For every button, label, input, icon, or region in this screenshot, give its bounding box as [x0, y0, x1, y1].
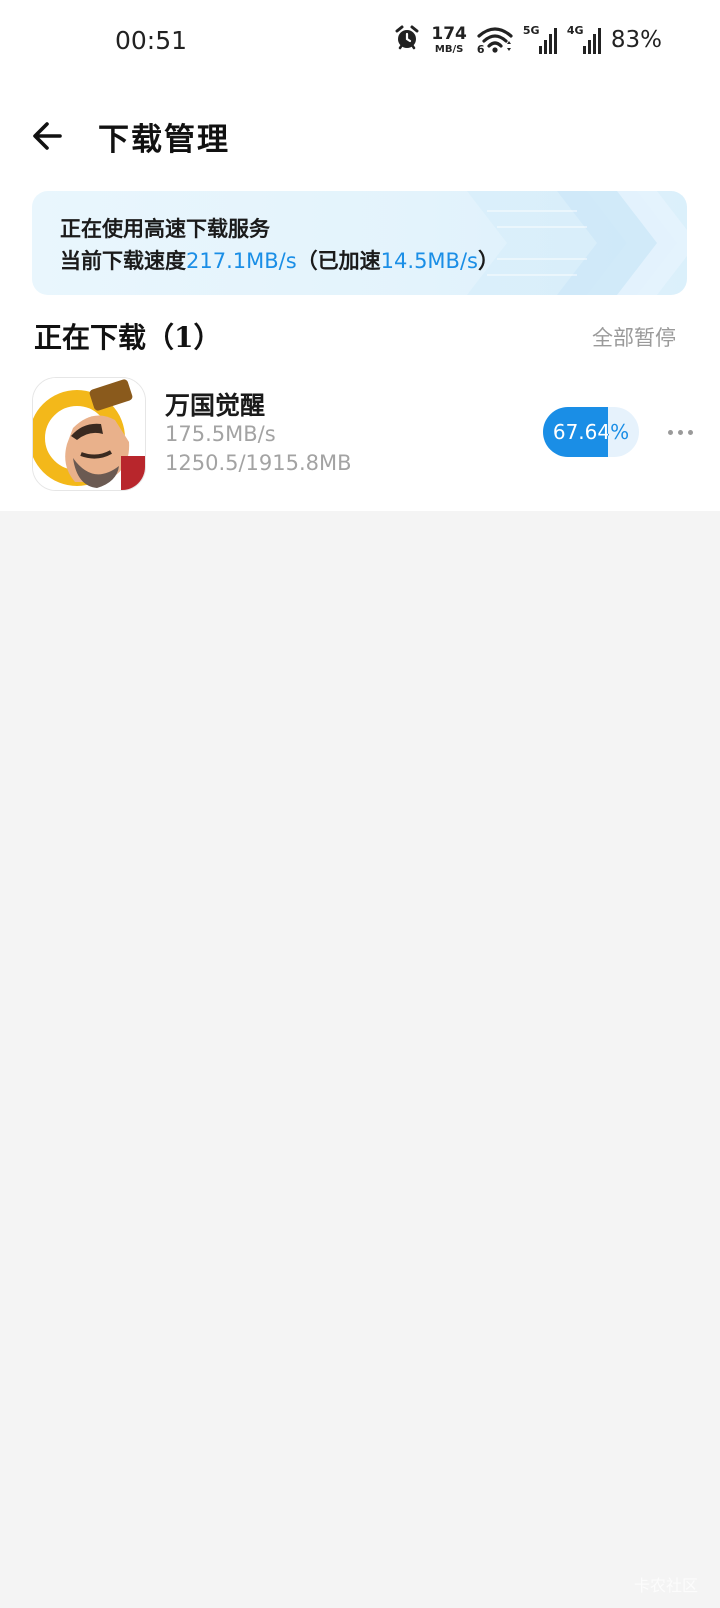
signal-icon: 5G	[522, 24, 557, 54]
dot	[667, 429, 673, 435]
current-speed: 217.1MB/s	[186, 249, 297, 273]
boost-prefix: （已加速	[296, 248, 381, 273]
banner-speed-line: 当前下载速度217.1MB/s（已加速14.5MB/s）	[60, 245, 499, 275]
dot	[687, 429, 693, 435]
dot	[677, 429, 683, 435]
status-time: 00:51	[115, 26, 188, 55]
progress-label-overlay: 67.64%	[552, 420, 608, 444]
app-icon	[32, 377, 146, 491]
download-speed: 175.5MB/s	[165, 422, 276, 446]
network-speed-value: 174	[431, 23, 467, 44]
network-speed: 174 MB/S	[431, 23, 467, 55]
battery-percentage: 83%	[610, 27, 662, 53]
status-bar: 00:51 174 MB/S 6 5G 4G 83%	[0, 0, 720, 84]
signal-icon: 4G	[566, 24, 601, 54]
page-title: 下载管理	[98, 122, 230, 158]
header: 下载管理	[0, 96, 720, 176]
download-item[interactable]: 万国觉醒 175.5MB/s 1250.5/1915.8MB 67.64% 67…	[0, 372, 720, 492]
wifi-standard-label: 6	[476, 43, 485, 56]
banner-title: 正在使用高速下载服务	[60, 216, 270, 241]
arrow-left-icon	[33, 122, 62, 150]
watermark: 卡农社区	[633, 1576, 698, 1595]
download-size: 1250.5/1915.8MB	[165, 451, 352, 475]
boost-speed: 14.5MB/s	[380, 249, 478, 273]
alarm-icon	[393, 24, 421, 56]
progress-button[interactable]: 67.64% 67.64%	[543, 407, 639, 457]
wifi-icon: 6	[476, 26, 513, 56]
signal-type-label: 4G	[566, 24, 584, 37]
speed-prefix: 当前下载速度	[60, 248, 186, 273]
section-title: 正在下载（1）	[34, 321, 222, 354]
network-speed-unit: MB/S	[434, 43, 464, 55]
more-options-button[interactable]	[662, 412, 698, 452]
back-button[interactable]	[26, 114, 70, 158]
signal-type-label: 5G	[522, 24, 540, 37]
boost-suffix: ）	[477, 248, 499, 273]
pause-all-button[interactable]: 全部暂停	[592, 322, 676, 352]
progress-label-filled: 67.64%	[543, 407, 608, 457]
app-name: 万国觉醒	[165, 391, 266, 420]
banner-chevron-decoration	[467, 191, 687, 295]
status-icons: 174 MB/S 6 5G 4G 83%	[393, 24, 662, 56]
high-speed-banner: 正在使用高速下载服务 当前下载速度217.1MB/s（已加速14.5MB/s）	[32, 191, 687, 295]
